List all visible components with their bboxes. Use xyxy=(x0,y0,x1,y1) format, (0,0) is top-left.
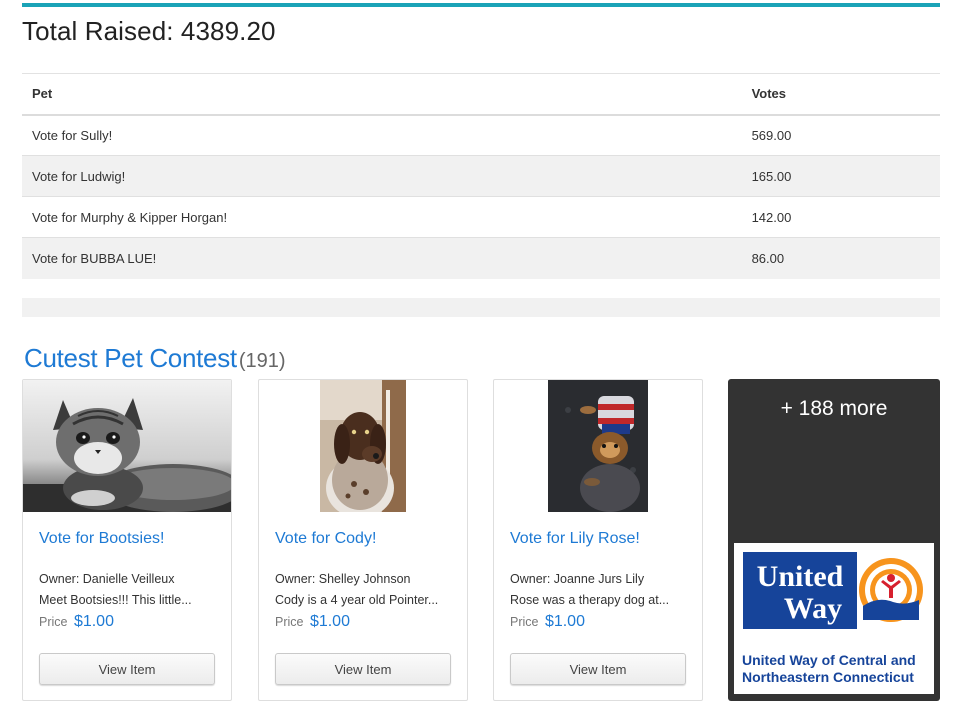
table-row: Vote for Ludwig! 165.00 xyxy=(22,155,940,197)
pet-name-cell: Vote for Murphy & Kipper Horgan! xyxy=(22,196,752,238)
sponsor-box: United Way United Way of Central and Nor… xyxy=(734,543,934,694)
sponsor-name: United Way of Central and Northeastern C… xyxy=(742,652,916,685)
contest-item-count: (191) xyxy=(238,350,286,372)
dog-photo-image xyxy=(320,380,406,512)
cat-photo-image xyxy=(23,380,231,512)
price-label: Price xyxy=(39,615,68,629)
view-item-button[interactable]: View Item xyxy=(39,653,215,685)
item-card-lily-rose: Vote for Lily Rose! Owner: Joanne Jurs L… xyxy=(493,379,703,701)
item-title-link[interactable]: Vote for Lily Rose! xyxy=(510,530,640,548)
leaderboard-header-row: Pet Votes xyxy=(22,73,940,116)
item-card-cody: Vote for Cody! Owner: Shelley Johnson Co… xyxy=(258,379,468,701)
faded-table-row xyxy=(22,298,940,317)
item-owner: Owner: Danielle Veilleux xyxy=(39,572,175,586)
united-way-logo: United Way xyxy=(743,552,925,629)
price-label: Price xyxy=(510,615,539,629)
pet-name-cell: Vote for BUBBA LUE! xyxy=(22,237,752,279)
leaderboard-table: Pet Votes Vote for Sully! 569.00 Vote fo… xyxy=(22,73,940,279)
price-value: $1.00 xyxy=(73,613,114,630)
item-photo-cody[interactable] xyxy=(320,380,406,512)
votes-cell: 165.00 xyxy=(751,155,940,197)
item-title-link[interactable]: Vote for Bootsies! xyxy=(39,530,164,548)
price-value: $1.00 xyxy=(544,613,585,630)
logo-text-line2: Way xyxy=(784,592,842,625)
item-photo-bootsies[interactable] xyxy=(23,380,231,512)
more-items-card[interactable]: + 188 more United Way United Way of Cent… xyxy=(728,379,940,701)
top-accent-rule xyxy=(22,3,940,7)
item-owner: Owner: Joanne Jurs Lily xyxy=(510,572,645,586)
item-description: Rose was a therapy dog at... xyxy=(510,593,670,607)
votes-cell: 86.00 xyxy=(751,237,940,279)
view-item-button[interactable]: View Item xyxy=(275,653,451,685)
view-item-button[interactable]: View Item xyxy=(510,653,686,685)
contest-header: Cutest Pet Contest (191) xyxy=(24,343,286,374)
more-items-label[interactable]: + 188 more xyxy=(728,397,940,421)
item-price: Price $1.00 xyxy=(275,613,350,631)
table-row: Vote for Sully! 569.00 xyxy=(22,114,940,156)
table-row: Vote for Murphy & Kipper Horgan! 142.00 xyxy=(22,196,940,238)
item-photo-lily-rose[interactable] xyxy=(548,380,648,512)
item-card-bootsies: Vote for Bootsies! Owner: Danielle Veill… xyxy=(22,379,232,701)
column-header-pet: Pet xyxy=(22,73,752,116)
pet-name-cell: Vote for Ludwig! xyxy=(22,155,752,197)
total-raised: Total Raised: 4389.20 xyxy=(22,16,276,46)
votes-cell: 142.00 xyxy=(751,196,940,238)
item-title-link[interactable]: Vote for Cody! xyxy=(275,530,376,548)
logo-text-line1: United xyxy=(757,560,844,593)
item-owner: Owner: Shelley Johnson xyxy=(275,572,411,586)
item-description: Cody is a 4 year old Pointer... xyxy=(275,593,439,607)
votes-cell: 569.00 xyxy=(751,114,940,156)
item-price: Price $1.00 xyxy=(510,613,585,631)
dog-photo-image xyxy=(548,380,648,512)
item-description: Meet Bootsies!!! This little... xyxy=(39,593,192,607)
column-header-votes: Votes xyxy=(751,73,940,116)
price-value: $1.00 xyxy=(309,613,350,630)
pet-name-cell: Vote for Sully! xyxy=(22,114,752,156)
item-price: Price $1.00 xyxy=(39,613,114,631)
table-row: Vote for BUBBA LUE! 86.00 xyxy=(22,237,940,279)
price-label: Price xyxy=(275,615,304,629)
contest-title[interactable]: Cutest Pet Contest xyxy=(24,343,237,373)
